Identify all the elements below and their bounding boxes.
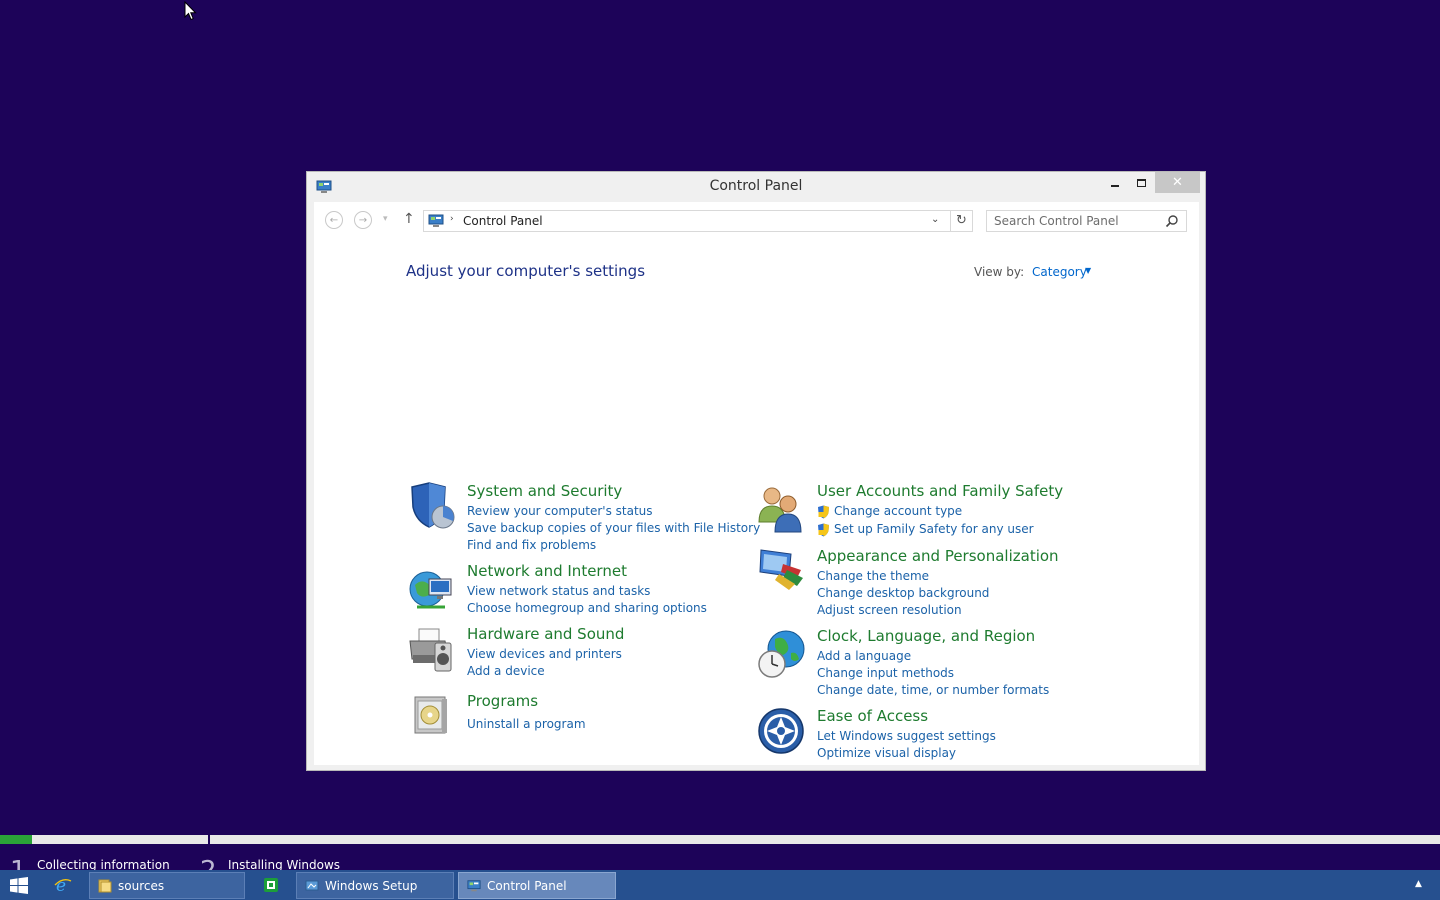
up-button[interactable]: ↑ <box>403 211 415 227</box>
printer-icon <box>409 628 452 672</box>
svg-text:e: e <box>56 876 66 894</box>
internet-explorer-icon[interactable]: e <box>54 876 72 894</box>
ease-of-access-icon <box>758 708 804 754</box>
maximize-icon <box>1137 178 1146 187</box>
network-globe-icon <box>409 571 452 609</box>
search-input[interactable] <box>988 212 1158 230</box>
setup-progress-bar <box>0 835 1440 844</box>
category-title[interactable]: Appearance and Personalization <box>817 547 1059 565</box>
link-change-account-type[interactable]: Change account type <box>817 504 963 519</box>
taskbar-item-label: sources <box>118 878 165 893</box>
clock-globe-icon <box>758 630 805 678</box>
windows-start-icon[interactable] <box>10 877 28 894</box>
forward-arrow-icon: → <box>358 214 368 226</box>
mouse-cursor-icon <box>184 1 197 21</box>
programs-icon <box>414 696 447 734</box>
link-change-theme[interactable]: Change the theme <box>817 569 929 583</box>
title-bar[interactable]: Control Panel ✕ <box>307 172 1205 202</box>
back-arrow-icon: ← <box>329 214 339 226</box>
link-label: Set up Family Safety for any user <box>834 522 1034 536</box>
refresh-button[interactable]: ↻ <box>950 211 972 231</box>
link-devices-printers[interactable]: View devices and printers <box>467 647 622 661</box>
taskbar-item-control-panel[interactable]: Control Panel <box>458 872 616 899</box>
setup-app-icon[interactable] <box>262 876 280 894</box>
category-title[interactable]: Ease of Access <box>817 707 928 725</box>
category-title[interactable]: Programs <box>467 692 538 710</box>
link-add-language[interactable]: Add a language <box>817 649 911 663</box>
close-button[interactable]: ✕ <box>1155 172 1200 193</box>
control-panel-window: Control Panel ✕ ← → ▾ ↑ › Control Panel … <box>306 171 1206 771</box>
category-title[interactable]: System and Security <box>467 482 622 500</box>
window-title: Control Panel <box>709 178 803 194</box>
category-title[interactable]: Hardware and Sound <box>467 625 624 643</box>
link-date-time-formats[interactable]: Change date, time, or number formats <box>817 683 1049 697</box>
breadcrumb-separator-icon[interactable]: › <box>450 214 454 224</box>
minimize-icon <box>1110 184 1119 187</box>
search-icon[interactable] <box>1165 214 1179 228</box>
category-title[interactable]: Clock, Language, and Region <box>817 627 1035 645</box>
link-windows-suggest-settings[interactable]: Let Windows suggest settings <box>817 729 996 743</box>
minimize-button[interactable] <box>1101 172 1128 193</box>
view-by-caret-icon[interactable]: ▼ <box>1085 266 1091 275</box>
link-desktop-background[interactable]: Change desktop background <box>817 586 989 600</box>
close-icon: ✕ <box>1172 175 1183 190</box>
link-add-device[interactable]: Add a device <box>467 664 545 678</box>
page-title: Adjust your computer's settings <box>406 262 646 280</box>
breadcrumb-control-panel[interactable]: Control Panel <box>463 214 543 228</box>
show-hidden-icons-button[interactable]: ▲ <box>1415 879 1422 889</box>
search-box[interactable] <box>986 210 1187 232</box>
uac-shield-icon <box>818 505 829 519</box>
recent-locations-button[interactable]: ▾ <box>383 214 388 224</box>
link-input-methods[interactable]: Change input methods <box>817 666 954 680</box>
control-panel-icon <box>428 214 444 227</box>
view-by-label: View by: <box>974 265 1025 279</box>
link-uninstall-program[interactable]: Uninstall a program <box>467 717 586 731</box>
windows-setup-icon <box>305 880 319 890</box>
taskbar-item-sources[interactable]: sources <box>89 872 245 899</box>
link-homegroup[interactable]: Choose homegroup and sharing options <box>467 601 707 615</box>
setup-progress-fill <box>0 835 32 844</box>
client-area: ← → ▾ ↑ › Control Panel ⌄ ↻ Adjust your … <box>314 202 1199 765</box>
link-find-fix-problems[interactable]: Find and fix problems <box>467 538 596 552</box>
taskbar-item-label: Windows Setup <box>325 878 418 893</box>
link-label: Change account type <box>834 504 963 518</box>
shield-icon <box>411 482 455 529</box>
view-by-dropdown[interactable]: Category <box>1032 265 1087 279</box>
taskbar: e sources Windows Setup Control Panel <box>0 870 1440 900</box>
link-optimize-visual-display[interactable]: Optimize visual display <box>817 746 956 760</box>
users-icon <box>758 487 802 533</box>
appearance-monitor-icon <box>759 549 803 590</box>
forward-button[interactable]: → <box>354 211 372 229</box>
uac-shield-icon <box>818 523 829 537</box>
link-review-status[interactable]: Review your computer's status <box>467 504 653 518</box>
link-file-history[interactable]: Save backup copies of your files with Fi… <box>467 521 760 535</box>
control-panel-icon <box>467 879 481 891</box>
link-family-safety[interactable]: Set up Family Safety for any user <box>817 522 1034 537</box>
taskbar-item-label: Control Panel <box>487 878 567 893</box>
folder-icon <box>98 879 112 892</box>
link-screen-resolution[interactable]: Adjust screen resolution <box>817 603 962 617</box>
address-dropdown-icon[interactable]: ⌄ <box>931 214 939 225</box>
progress-step-divider <box>208 833 210 846</box>
taskbar-item-windows-setup[interactable]: Windows Setup <box>296 872 454 899</box>
address-bar[interactable]: › Control Panel ⌄ ↻ <box>423 210 973 232</box>
back-button[interactable]: ← <box>325 211 343 229</box>
link-network-status[interactable]: View network status and tasks <box>467 584 650 598</box>
maximize-button[interactable] <box>1128 172 1155 193</box>
category-title[interactable]: Network and Internet <box>467 562 627 580</box>
category-title[interactable]: User Accounts and Family Safety <box>817 482 1063 500</box>
